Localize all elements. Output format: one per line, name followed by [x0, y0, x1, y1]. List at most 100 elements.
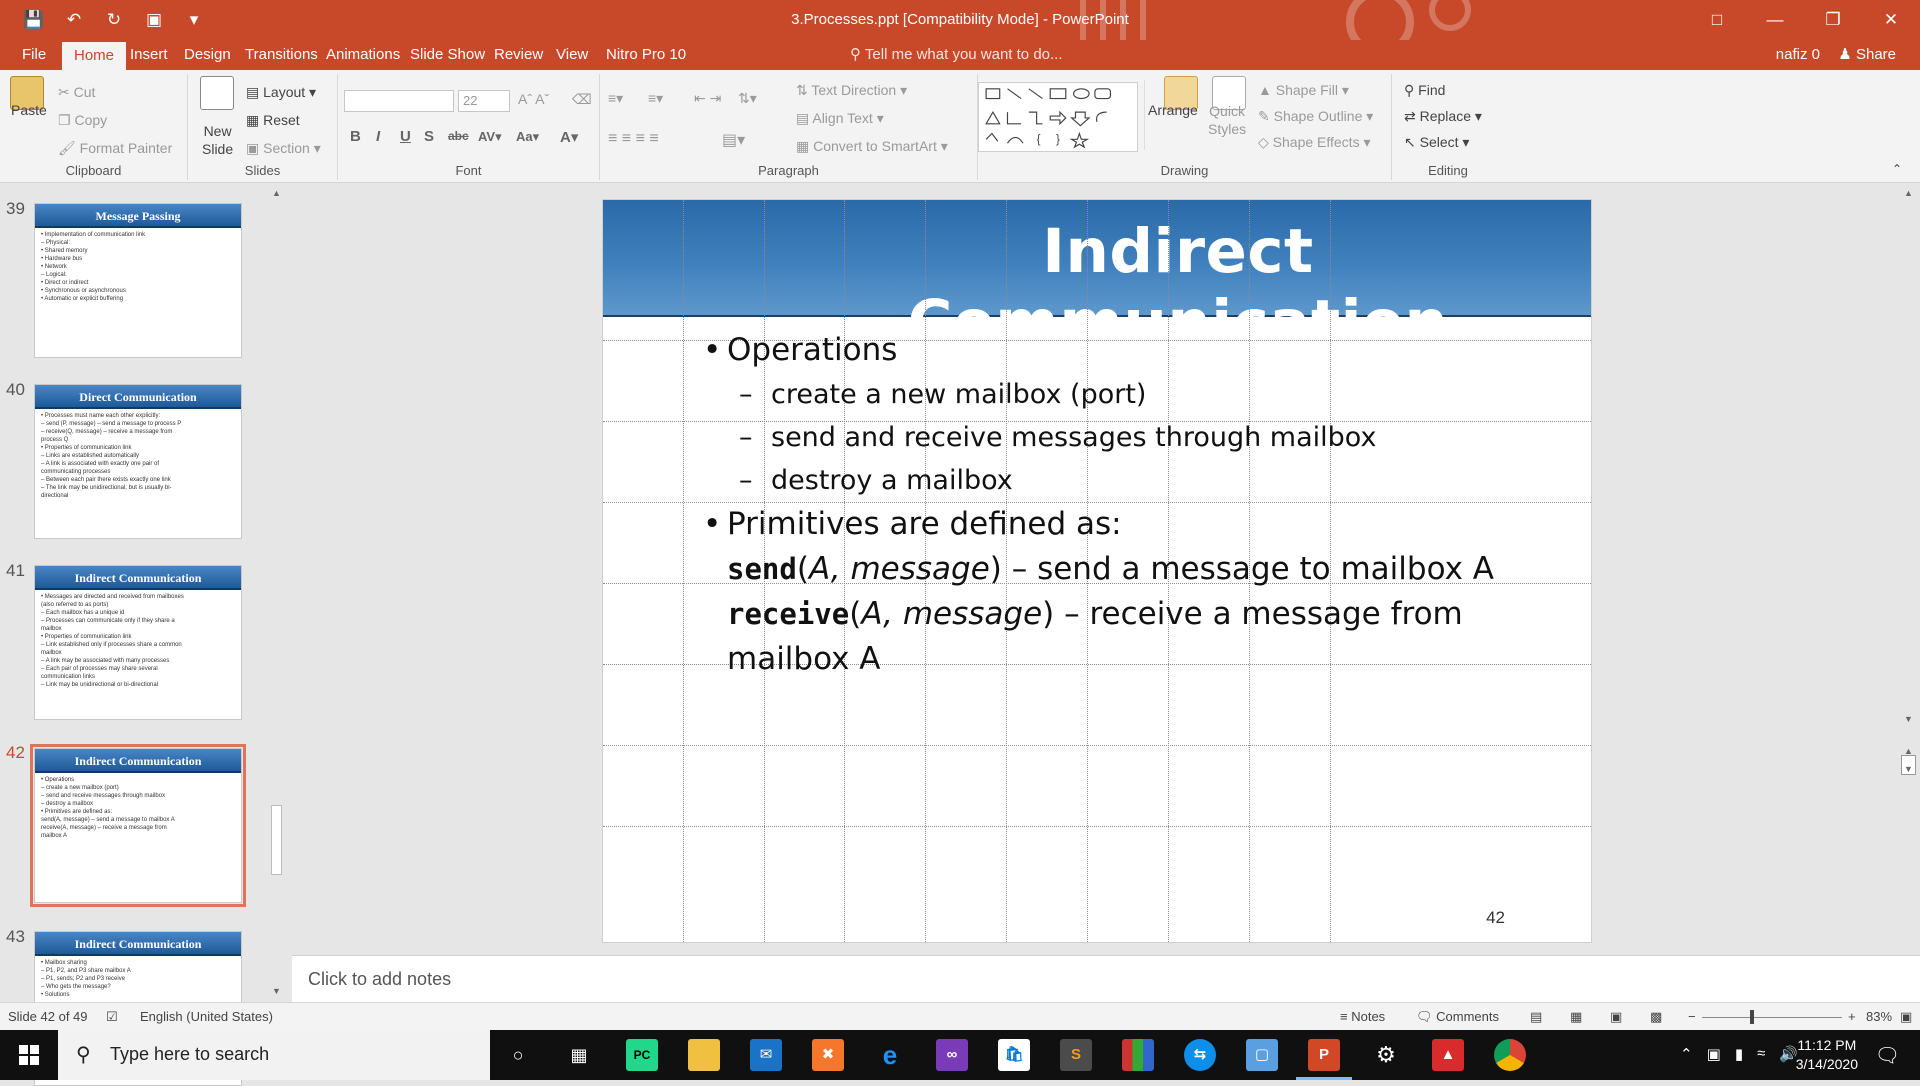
- char-spacing-icon[interactable]: AV▾: [478, 129, 502, 145]
- tab-insert[interactable]: Insert: [118, 40, 180, 70]
- next-slide-icon[interactable]: ▼: [1900, 761, 1917, 778]
- notes-toggle[interactable]: ≡ Notes: [1340, 1009, 1385, 1024]
- fit-slide-icon[interactable]: ▣: [1900, 1009, 1912, 1025]
- scroll-up-icon[interactable]: ▲: [1900, 185, 1917, 202]
- minimize-icon[interactable]: —: [1746, 0, 1804, 40]
- scroll-down-icon[interactable]: ▼: [1900, 711, 1917, 728]
- bold-icon[interactable]: B: [350, 128, 361, 145]
- sublime-text-icon[interactable]: S: [1060, 1039, 1092, 1071]
- slide-thumbnail-selected[interactable]: Indirect Communication • Operations – cr…: [30, 744, 246, 907]
- convert-smartart-button[interactable]: ▦ Convert to SmartArt ▾: [796, 138, 948, 155]
- previous-slide-icon[interactable]: ▲: [1900, 743, 1917, 760]
- language-status[interactable]: English (United States): [140, 1009, 273, 1024]
- zoom-slider[interactable]: [1702, 1017, 1842, 1018]
- line-spacing-icon[interactable]: ⇅▾: [738, 90, 757, 107]
- paste-button[interactable]: Paste: [11, 102, 47, 118]
- notes-pane[interactable]: Click to add notes: [292, 955, 1920, 1002]
- zoom-out-icon[interactable]: −: [1688, 1009, 1696, 1024]
- winrar-icon[interactable]: [1122, 1039, 1154, 1071]
- shape-effects-button[interactable]: ◇ Shape Effects ▾: [1258, 134, 1371, 151]
- collapse-ribbon-icon[interactable]: ⌃: [1892, 162, 1902, 176]
- select-button[interactable]: ↖ Select ▾: [1404, 134, 1469, 151]
- xampp-icon[interactable]: ✖: [812, 1039, 844, 1071]
- tray-app-icon[interactable]: ▣: [1707, 1045, 1721, 1063]
- copy-button[interactable]: ❐ Copy: [58, 112, 107, 129]
- normal-view-icon[interactable]: ▤: [1530, 1009, 1542, 1025]
- virtualbox-icon[interactable]: ▢: [1246, 1039, 1278, 1071]
- scroll-up-icon[interactable]: ▲: [268, 185, 285, 202]
- battery-icon[interactable]: ▮: [1735, 1045, 1743, 1063]
- powerpoint-icon[interactable]: P: [1296, 1039, 1352, 1080]
- new-slide-icon[interactable]: [200, 76, 234, 110]
- underline-icon[interactable]: U: [400, 128, 411, 145]
- taskbar-clock[interactable]: 11:12 PM 3/14/2020: [1796, 1036, 1858, 1074]
- mail-icon[interactable]: ✉: [750, 1039, 782, 1071]
- italic-icon[interactable]: I: [376, 128, 380, 145]
- task-view-icon[interactable]: ▦: [563, 1039, 595, 1071]
- store-icon[interactable]: 🛍: [998, 1039, 1030, 1071]
- slide-content-placeholder[interactable]: Operations create a new mailbox (port) s…: [703, 328, 1563, 682]
- shape-outline-button[interactable]: ✎ Shape Outline ▾: [1258, 108, 1373, 125]
- shapes-gallery[interactable]: {}: [978, 82, 1138, 152]
- current-slide[interactable]: Indirect Communication Operations create…: [602, 199, 1592, 943]
- spell-check-icon[interactable]: ☑: [106, 1009, 118, 1025]
- slide-thumbnail[interactable]: Message Passing • Implementation of comm…: [34, 203, 242, 358]
- user-name[interactable]: nafiz 0: [1776, 40, 1820, 70]
- tab-file[interactable]: File: [10, 40, 58, 70]
- reading-view-icon[interactable]: ▣: [1610, 1009, 1622, 1025]
- new-slide-button[interactable]: New Slide: [202, 122, 233, 158]
- tab-view[interactable]: View: [544, 40, 600, 70]
- font-size-box[interactable]: 22: [458, 90, 510, 112]
- zoom-slider-knob[interactable]: [1750, 1010, 1754, 1024]
- pycharm-icon[interactable]: PC: [626, 1039, 658, 1071]
- ribbon-display-icon[interactable]: □: [1688, 0, 1746, 40]
- reset-button[interactable]: ▦ Reset: [246, 112, 300, 129]
- find-button[interactable]: ⚲ Find: [1404, 82, 1445, 99]
- columns-icon[interactable]: ▤▾: [722, 130, 745, 150]
- taskbar-search[interactable]: ⚲ Type here to search: [58, 1030, 490, 1080]
- tell-me-search[interactable]: ⚲ Tell me what you want to do...: [850, 40, 1063, 70]
- change-case-icon[interactable]: Aa▾: [516, 129, 539, 145]
- strikethrough-icon[interactable]: abc: [448, 129, 469, 143]
- slide-thumbnail[interactable]: Direct Communication • Processes must na…: [34, 384, 242, 539]
- chrome-icon[interactable]: [1494, 1039, 1526, 1071]
- scroll-thumb[interactable]: [271, 805, 282, 875]
- slide-sorter-icon[interactable]: ▦: [1570, 1009, 1582, 1025]
- zoom-level[interactable]: 83%: [1866, 1009, 1892, 1024]
- wifi-icon[interactable]: ≈: [1757, 1045, 1765, 1063]
- zoom-in-icon[interactable]: +: [1848, 1009, 1856, 1024]
- tab-nitro[interactable]: Nitro Pro 10: [594, 40, 698, 70]
- text-direction-button[interactable]: ⇅ Text Direction ▾: [796, 82, 907, 99]
- acrobat-icon[interactable]: ▲: [1432, 1039, 1464, 1071]
- alignment-icons[interactable]: ≡ ≡ ≡ ≡: [608, 130, 659, 148]
- section-button[interactable]: ▣ Section ▾: [246, 140, 321, 157]
- arrange-button[interactable]: Arrange: [1148, 102, 1198, 118]
- format-painter-button[interactable]: 🖌 Format Painter: [58, 140, 172, 157]
- close-icon[interactable]: ✕: [1862, 0, 1920, 40]
- scroll-down-icon[interactable]: ▼: [268, 983, 285, 1000]
- slide-thumbnail[interactable]: Indirect Communication • Messages are di…: [34, 565, 242, 720]
- cut-button[interactable]: ✂ Cut: [58, 84, 95, 101]
- comments-toggle[interactable]: 🗨 Comments: [1416, 1009, 1499, 1025]
- indent-icons[interactable]: ⇤ ⇥: [694, 90, 721, 107]
- grow-font-icon[interactable]: Aˆ Aˇ: [518, 91, 549, 107]
- restore-icon[interactable]: ❐: [1804, 0, 1862, 40]
- notification-icon[interactable]: 🗨: [1875, 1043, 1900, 1068]
- tab-home[interactable]: Home: [62, 42, 127, 70]
- share-button[interactable]: ♟ Share: [1838, 40, 1896, 70]
- shadow-icon[interactable]: S: [424, 128, 434, 145]
- replace-button[interactable]: ⇄ Replace ▾: [1404, 108, 1482, 125]
- slideshow-view-icon[interactable]: ▩: [1650, 1009, 1662, 1025]
- font-color-icon[interactable]: A▾: [560, 128, 578, 146]
- quick-styles-button[interactable]: Quick Styles: [1208, 102, 1246, 138]
- slide-scrollbar[interactable]: ▲ ▼ ▲ ▼: [1897, 183, 1920, 955]
- file-explorer-icon[interactable]: [688, 1039, 720, 1071]
- teamviewer-icon[interactable]: ⇆: [1184, 1039, 1216, 1071]
- thumbnail-scrollbar[interactable]: ▲ ▼: [268, 183, 285, 1002]
- shape-fill-button[interactable]: ▲ Shape Fill ▾: [1258, 82, 1349, 99]
- tray-expand-icon[interactable]: ⌃: [1680, 1045, 1693, 1063]
- bullets-icon[interactable]: ≡▾: [608, 90, 623, 107]
- settings-icon[interactable]: ⚙: [1370, 1039, 1402, 1071]
- start-button[interactable]: [0, 1030, 58, 1080]
- cortana-icon[interactable]: ○: [502, 1039, 534, 1071]
